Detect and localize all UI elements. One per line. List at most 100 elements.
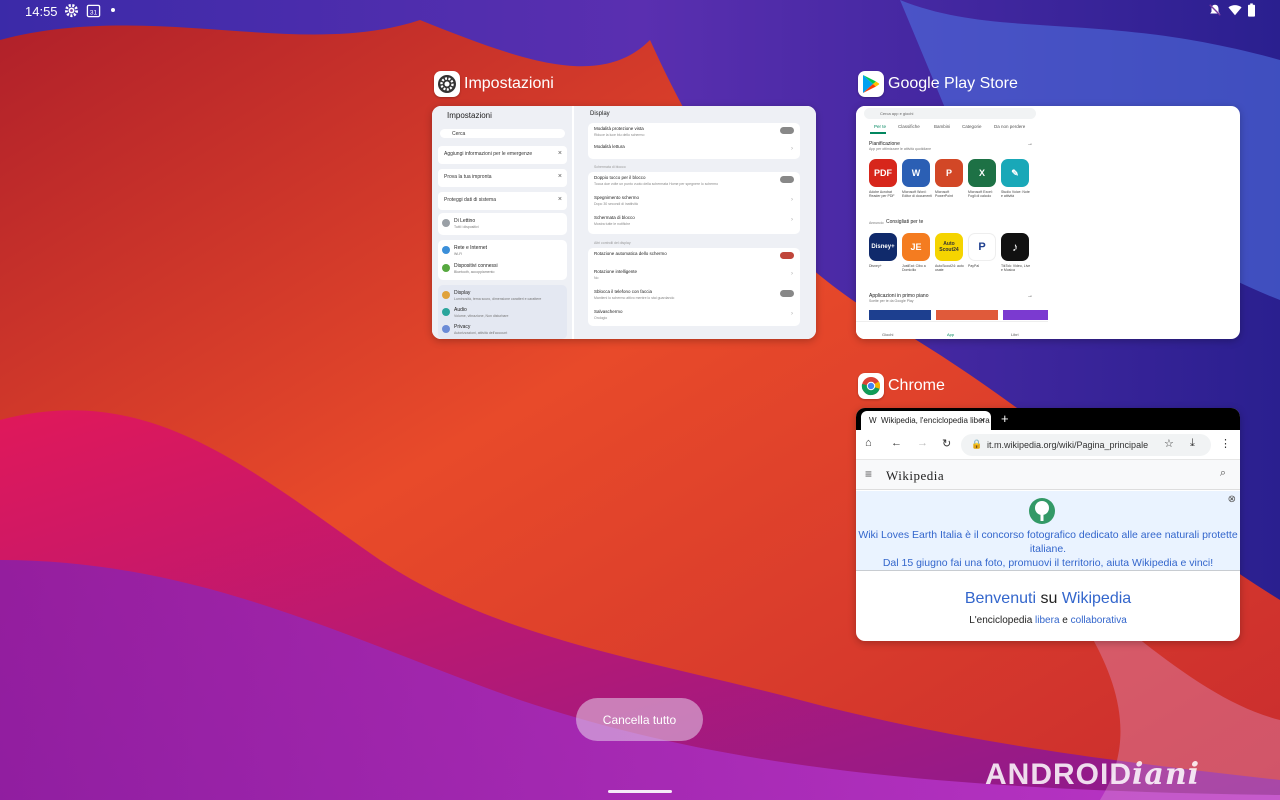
display-title: Display	[590, 111, 610, 117]
settings-right-pane: Display Modalità protezione vista Riduce …	[574, 106, 816, 339]
account-icon	[442, 219, 450, 227]
featured-banner	[869, 310, 931, 320]
toggle-switch	[780, 176, 794, 183]
app-icon-autoscout: Auto Scout24	[935, 233, 963, 261]
close-icon: ×	[557, 173, 562, 180]
task-app-name: Impostazioni	[464, 75, 554, 92]
home-icon: ⌂	[865, 437, 872, 449]
settings-group: Rete e Internet Wi-Fi Dispositivi conness…	[438, 240, 567, 280]
banner-line: italiane.	[1029, 543, 1067, 555]
suggestion-card: Proteggi dati di sistema ×	[438, 192, 567, 210]
devices-icon	[442, 264, 450, 272]
settings-app-icon[interactable]	[434, 71, 460, 97]
task-header[interactable]: Google Play Store	[858, 71, 1018, 97]
display-row: Sblocca il telefono con faccia Mantieni l…	[594, 286, 794, 306]
app-icon-powerpoint: P	[935, 159, 963, 187]
task-thumbnail[interactable]: Impostazioni Cerca Aggiungi informazioni…	[432, 106, 816, 339]
androidiani-watermark: ANDROIDiani	[985, 757, 1201, 792]
display-group: Rotazione automatica dello schermo Rotaz…	[588, 248, 800, 326]
featured-banner	[1003, 310, 1048, 320]
settings-search: Cerca	[440, 129, 565, 138]
chevron-right-icon: ›	[791, 311, 793, 317]
arrow-right-icon: →	[1027, 141, 1033, 147]
play-section-title: Consigliati per te	[886, 219, 924, 225]
play-store-app-icon[interactable]	[858, 71, 884, 97]
play-content: Cerca app e giochi Per te Classifiche Ba…	[856, 106, 1048, 339]
wikipedia-logo: Wikipedia	[886, 468, 945, 483]
featured-banner	[936, 310, 998, 320]
close-banner-icon: ⊗	[1227, 494, 1236, 505]
settings-row: Rete e Internet Wi-Fi	[442, 244, 563, 258]
back-icon: ←	[891, 437, 902, 449]
reload-icon: ↻	[942, 438, 952, 450]
new-tab-icon: +	[1001, 411, 1009, 426]
browser-tab: W Wikipedia, l'enciclopedia libera ×	[861, 411, 991, 430]
welcome-heading: Benvenuti su Wikipedia	[964, 590, 1132, 607]
task-app-name: Google Play Store	[888, 75, 1018, 92]
chevron-right-icon: ›	[791, 197, 793, 203]
wikipedia-header: ≡ Wikipedia ⌕	[856, 460, 1240, 490]
more-vert-icon: ⋮	[1220, 438, 1231, 450]
wikipedia-favicon-icon: W	[869, 416, 877, 425]
close-tab-icon: ×	[979, 415, 985, 425]
display-row: Spegnimento schermo Dopo 30 secondi di in…	[594, 195, 793, 206]
notifications-off-icon	[1209, 4, 1221, 16]
suggestion-card: Aggiungi informazioni per le emergenze ×	[438, 146, 567, 164]
chrome-app-icon[interactable]	[858, 373, 884, 399]
tab-underline	[870, 132, 886, 134]
settings-row: Audio Volume, vibrazione, Non disturbare	[442, 306, 563, 320]
recent-task-settings[interactable]: Impostazioni Impostazioni Cerca Aggiungi…	[432, 71, 816, 339]
task-header[interactable]: Impostazioni	[434, 71, 554, 97]
display-row: Rotazione intelligente No ›	[594, 269, 793, 280]
display-row: Salvaschermo Orologio ›	[594, 309, 793, 320]
section-label: Altri controlli del display	[594, 241, 631, 245]
welcome-tagline: L'enciclopedia libera e collaborativa	[969, 615, 1127, 626]
clear-all-button[interactable]: Cancella tutto	[576, 698, 703, 741]
task-app-name: Chrome	[888, 377, 945, 394]
play-bottom-nav: Giochi App Libri	[856, 321, 1048, 339]
settings-row: Dispositivi connessi Bluetooth, accoppiam…	[442, 262, 563, 276]
toggle-switch	[780, 290, 794, 297]
display-icon	[442, 291, 450, 299]
play-section-subtitle: Scelte per te da Google Play	[869, 299, 914, 303]
display-group: Modalità protezione vista Riduce la luce …	[588, 123, 800, 159]
status-time: 14:55	[25, 4, 58, 19]
app-icon-excel: X	[968, 159, 996, 187]
display-row: Schermata di blocco Mostra tutte le notif…	[594, 215, 793, 226]
recent-task-play-store[interactable]: Google Play Store Cerca app e giochi Per…	[856, 71, 1240, 339]
app-icon-studio-voice: ✎	[1001, 159, 1029, 187]
chevron-right-icon: ›	[791, 217, 793, 223]
chevron-right-icon: ›	[791, 146, 793, 152]
menu-icon: ≡	[865, 467, 873, 481]
wiki-loves-earth-logo-icon	[1029, 498, 1055, 524]
recent-task-chrome[interactable]: Chrome W Wikipedia, l'enciclopedia liber…	[856, 373, 1240, 641]
app-icon-paypal: P	[968, 233, 996, 261]
close-icon: ×	[557, 196, 562, 203]
download-icon: ⤓	[1190, 437, 1195, 449]
settings-group: Di Lettino Tutti i dispositivi	[438, 213, 567, 235]
display-row: Doppio tocco per il blocco Tocca due volt…	[594, 172, 794, 192]
task-thumbnail[interactable]: W Wikipedia, l'enciclopedia libera × + ⌂…	[856, 408, 1240, 641]
chevron-right-icon: ›	[791, 271, 793, 277]
task-thumbnail[interactable]: Cerca app e giochi Per te Classifiche Ba…	[856, 106, 1240, 339]
gesture-handle[interactable]	[608, 790, 672, 793]
display-row: Modalità lettura ›	[594, 144, 793, 152]
arrow-right-icon: →	[1027, 293, 1033, 299]
lock-icon: 🔒	[971, 439, 983, 449]
display-row: Modalità protezione vista Riduce la luce …	[594, 123, 794, 143]
close-icon: ×	[557, 150, 562, 157]
play-search-bar: Cerca app e giochi	[864, 108, 1036, 119]
app-icon-acrobat: PDF	[869, 159, 897, 187]
wiki-loves-earth-banner: ⊗ Wiki Loves Earth Italia è il concorso …	[856, 491, 1240, 571]
calendar-day: 31	[90, 9, 98, 16]
app-icon-tiktok: ♪	[1001, 233, 1029, 261]
section-label: Schermata di blocco	[594, 165, 626, 169]
task-header[interactable]: Chrome	[858, 373, 945, 399]
calendar-icon: 31	[86, 4, 101, 18]
settings-row: Privacy Autorizzazioni, attività dell'acc…	[442, 323, 563, 337]
sound-icon	[442, 308, 450, 316]
ad-label: Annuncio	[869, 221, 884, 225]
settings-row: Di Lettino Tutti i dispositivi	[442, 217, 563, 231]
banner-line: Wiki Loves Earth Italia è il concorso fo…	[858, 529, 1238, 541]
settings-left-pane: Impostazioni Cerca Aggiungi informazioni…	[432, 106, 572, 339]
